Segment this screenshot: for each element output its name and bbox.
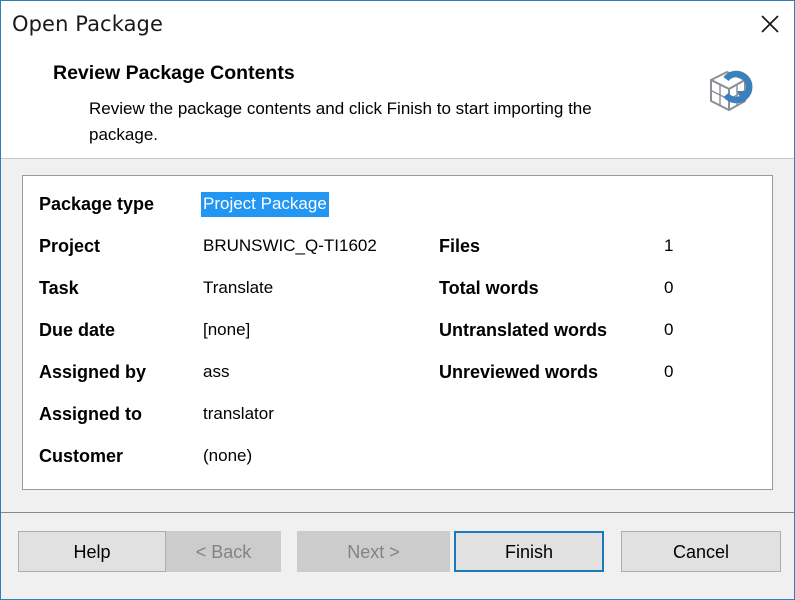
close-icon[interactable] — [746, 1, 794, 46]
field-value-unreviewed-words: 0 — [664, 362, 674, 381]
package-import-icon — [703, 62, 759, 118]
page-description: Review the package contents and click Fi… — [89, 99, 592, 144]
field-row: Due date [none] Untranslated words 0 — [23, 320, 772, 362]
finish-button[interactable]: Finish — [454, 531, 604, 572]
field-row: Customer (none) — [23, 446, 772, 488]
page-title: Review Package Contents — [53, 62, 295, 84]
open-package-dialog: Open Package Review Package Contents Rev… — [0, 0, 795, 600]
field-label-untranslated-words: Untranslated words — [439, 320, 608, 340]
footer-button-bar: Help < Back Next > Finish Cancel — [1, 512, 794, 599]
field-value-task: Translate — [203, 278, 274, 297]
field-label-unreviewed-words: Unreviewed words — [439, 362, 599, 382]
field-label-customer: Customer — [39, 446, 124, 466]
field-value-project: BRUNSWIC_Q-TI1602 — [203, 236, 377, 255]
field-value-due-date: [none] — [203, 320, 251, 339]
body-area: Package type Project Package Project BRU… — [1, 159, 794, 512]
cancel-button[interactable]: Cancel — [621, 531, 781, 572]
field-label-task: Task — [39, 278, 79, 298]
field-value-files: 1 — [664, 236, 674, 255]
back-button: < Back — [166, 531, 281, 572]
field-label-assigned-to: Assigned to — [39, 404, 143, 424]
package-details-panel: Package type Project Package Project BRU… — [22, 175, 773, 490]
field-label-total-words: Total words — [439, 278, 539, 298]
field-label-package-type: Package type — [39, 194, 155, 214]
field-value-assigned-to: translator — [203, 404, 274, 423]
title-bar: Open Package — [1, 1, 794, 52]
field-value-assigned-by: ass — [203, 362, 230, 381]
window-title: Open Package — [12, 12, 164, 36]
header-band: Review Package Contents Review the packa… — [1, 52, 794, 159]
field-row: Package type Project Package — [23, 192, 772, 236]
field-value-untranslated-words: 0 — [664, 320, 674, 339]
field-label-project: Project — [39, 236, 101, 256]
field-row: Project BRUNSWIC_Q-TI1602 Files 1 — [23, 236, 772, 278]
field-row: Assigned by ass Unreviewed words 0 — [23, 362, 772, 404]
field-value-total-words: 0 — [664, 278, 674, 297]
field-label-files: Files — [439, 236, 481, 256]
field-row: Assigned to translator — [23, 404, 772, 446]
field-row: Task Translate Total words 0 — [23, 278, 772, 320]
field-value-package-type[interactable]: Project Package — [201, 192, 329, 217]
field-label-due-date: Due date — [39, 320, 116, 340]
field-label-assigned-by: Assigned by — [39, 362, 147, 382]
field-value-customer: (none) — [203, 446, 253, 465]
help-button[interactable]: Help — [18, 531, 166, 572]
next-button: Next > — [297, 531, 450, 572]
